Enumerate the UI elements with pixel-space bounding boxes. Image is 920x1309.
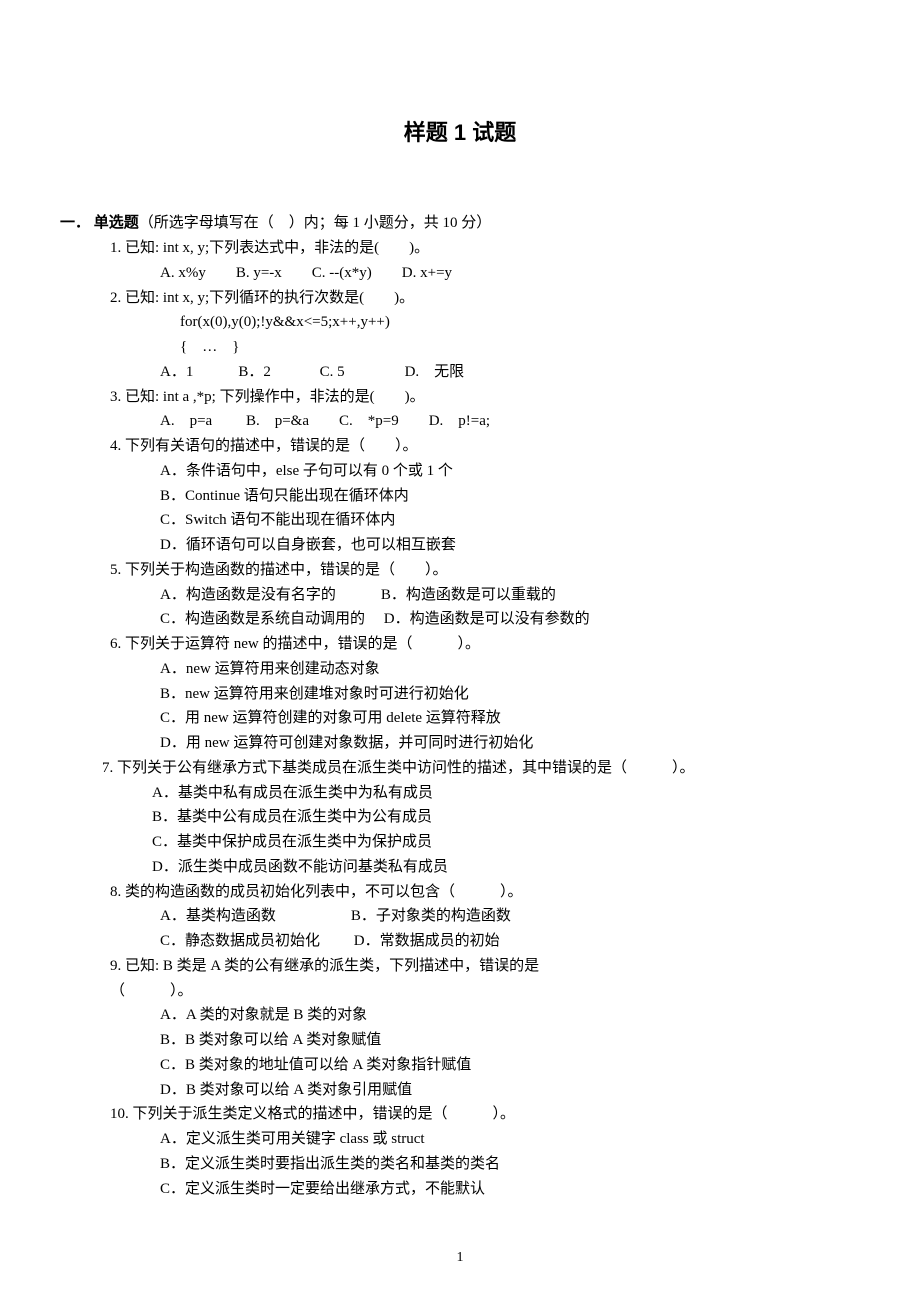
q10-b: B．定义派生类时要指出派生类的类名和基类的类名 (160, 1152, 830, 1177)
section-desc: （所选字母填写在（ ）内；每 1 小题分，共 10 分） (139, 215, 492, 231)
question-7: 7. 下列关于公有继承方式下基类成员在派生类中访问性的描述，其中错误的是（ ）。… (102, 756, 830, 880)
question-3: 3. 已知: int a ,*p; 下列操作中，非法的是( )。 A. p=a … (110, 385, 830, 435)
q9-stem-2: （ ）。 (110, 979, 830, 1004)
page-title: 样题 1 试题 (90, 115, 830, 151)
q1-options: A. x%y B. y=-x C. --(x*y) D. x+=y (160, 261, 830, 286)
q9-d: D．B 类对象可以给 A 类对象引用赋值 (160, 1078, 830, 1103)
q9-c: C．B 类对象的地址值可以给 A 类对象指针赋值 (160, 1053, 830, 1078)
q5-stem: 5. 下列关于构造函数的描述中，错误的是（ ）。 (110, 558, 830, 583)
q2-options: A．1 B．2 C. 5 D. 无限 (160, 360, 830, 385)
q10-c: C．定义派生类时一定要给出继承方式，不能默认 (160, 1177, 830, 1202)
q4-d: D．循环语句可以自身嵌套，也可以相互嵌套 (160, 533, 830, 558)
q7-b: B．基类中公有成员在派生类中为公有成员 (152, 805, 830, 830)
q7-d: D．派生类中成员函数不能访问基类私有成员 (152, 855, 830, 880)
q7-a: A．基类中私有成员在派生类中为私有成员 (152, 781, 830, 806)
q9-b: B．B 类对象可以给 A 类对象赋值 (160, 1028, 830, 1053)
page-number: 1 (90, 1246, 830, 1269)
q9-stem-1: 9. 已知: B 类是 A 类的公有继承的派生类，下列描述中，错误的是 (110, 954, 830, 979)
section-number: 一． (60, 215, 90, 231)
q8-line1: A．基类构造函数 B．子对象类的构造函数 (160, 904, 830, 929)
q4-a: A．条件语句中，else 子句可以有 0 个或 1 个 (160, 459, 830, 484)
q3-options: A. p=a B. p=&a C. *p=9 D. p!=a; (160, 409, 830, 434)
q6-stem: 6. 下列关于运算符 new 的描述中，错误的是（ ）。 (110, 632, 830, 657)
q6-b: B．new 运算符用来创建堆对象时可进行初始化 (160, 682, 830, 707)
page-content: 样题 1 试题 一． 单选题（所选字母填写在（ ）内；每 1 小题分，共 10 … (0, 0, 920, 1309)
q5-line1: A．构造函数是没有名字的 B．构造函数是可以重载的 (160, 583, 830, 608)
q7-c: C．基类中保护成员在派生类中为保护成员 (152, 830, 830, 855)
q7-stem: 7. 下列关于公有继承方式下基类成员在派生类中访问性的描述，其中错误的是（ ）。 (102, 756, 830, 781)
q1-stem: 1. 已知: int x, y;下列表达式中，非法的是( )。 (110, 236, 830, 261)
q2-code-1: for(x(0),y(0);!y&&x<=5;x++,y++) (180, 310, 830, 335)
q5-line2: C．构造函数是系统自动调用的 D．构造函数是可以没有参数的 (160, 607, 830, 632)
q6-a: A．new 运算符用来创建动态对象 (160, 657, 830, 682)
q8-line2: C．静态数据成员初始化 D．常数据成员的初始 (160, 929, 830, 954)
q3-stem: 3. 已知: int a ,*p; 下列操作中，非法的是( )。 (110, 385, 830, 410)
question-9: 9. 已知: B 类是 A 类的公有继承的派生类，下列描述中，错误的是 （ ）。… (110, 954, 830, 1103)
q2-stem: 2. 已知: int x, y;下列循环的执行次数是( )。 (110, 286, 830, 311)
q9-a: A．A 类的对象就是 B 类的对象 (160, 1003, 830, 1028)
question-8: 8. 类的构造函数的成员初始化列表中，不可以包含（ ）。 A．基类构造函数 B．… (110, 880, 830, 954)
q10-stem: 10. 下列关于派生类定义格式的描述中，错误的是（ ）。 (110, 1102, 830, 1127)
section-name: 单选题 (94, 215, 139, 231)
q6-d: D．用 new 运算符可创建对象数据，并可同时进行初始化 (160, 731, 830, 756)
question-4: 4. 下列有关语句的描述中，错误的是（ ）。 A．条件语句中，else 子句可以… (110, 434, 830, 558)
q2-code-2: { … } (180, 335, 830, 360)
q4-c: C．Switch 语句不能出现在循环体内 (160, 508, 830, 533)
q6-c: C．用 new 运算符创建的对象可用 delete 运算符释放 (160, 706, 830, 731)
question-2: 2. 已知: int x, y;下列循环的执行次数是( )。 for(x(0),… (110, 286, 830, 385)
question-6: 6. 下列关于运算符 new 的描述中，错误的是（ ）。 A．new 运算符用来… (110, 632, 830, 756)
question-5: 5. 下列关于构造函数的描述中，错误的是（ ）。 A．构造函数是没有名字的 B．… (110, 558, 830, 632)
question-1: 1. 已知: int x, y;下列表达式中，非法的是( )。 A. x%y B… (110, 236, 830, 286)
q8-stem: 8. 类的构造函数的成员初始化列表中，不可以包含（ ）。 (110, 880, 830, 905)
question-10: 10. 下列关于派生类定义格式的描述中，错误的是（ ）。 A．定义派生类可用关键… (110, 1102, 830, 1201)
section-header: 一． 单选题（所选字母填写在（ ）内；每 1 小题分，共 10 分） (60, 211, 830, 236)
q4-b: B．Continue 语句只能出现在循环体内 (160, 484, 830, 509)
q10-a: A．定义派生类可用关键字 class 或 struct (160, 1127, 830, 1152)
q4-stem: 4. 下列有关语句的描述中，错误的是（ ）。 (110, 434, 830, 459)
